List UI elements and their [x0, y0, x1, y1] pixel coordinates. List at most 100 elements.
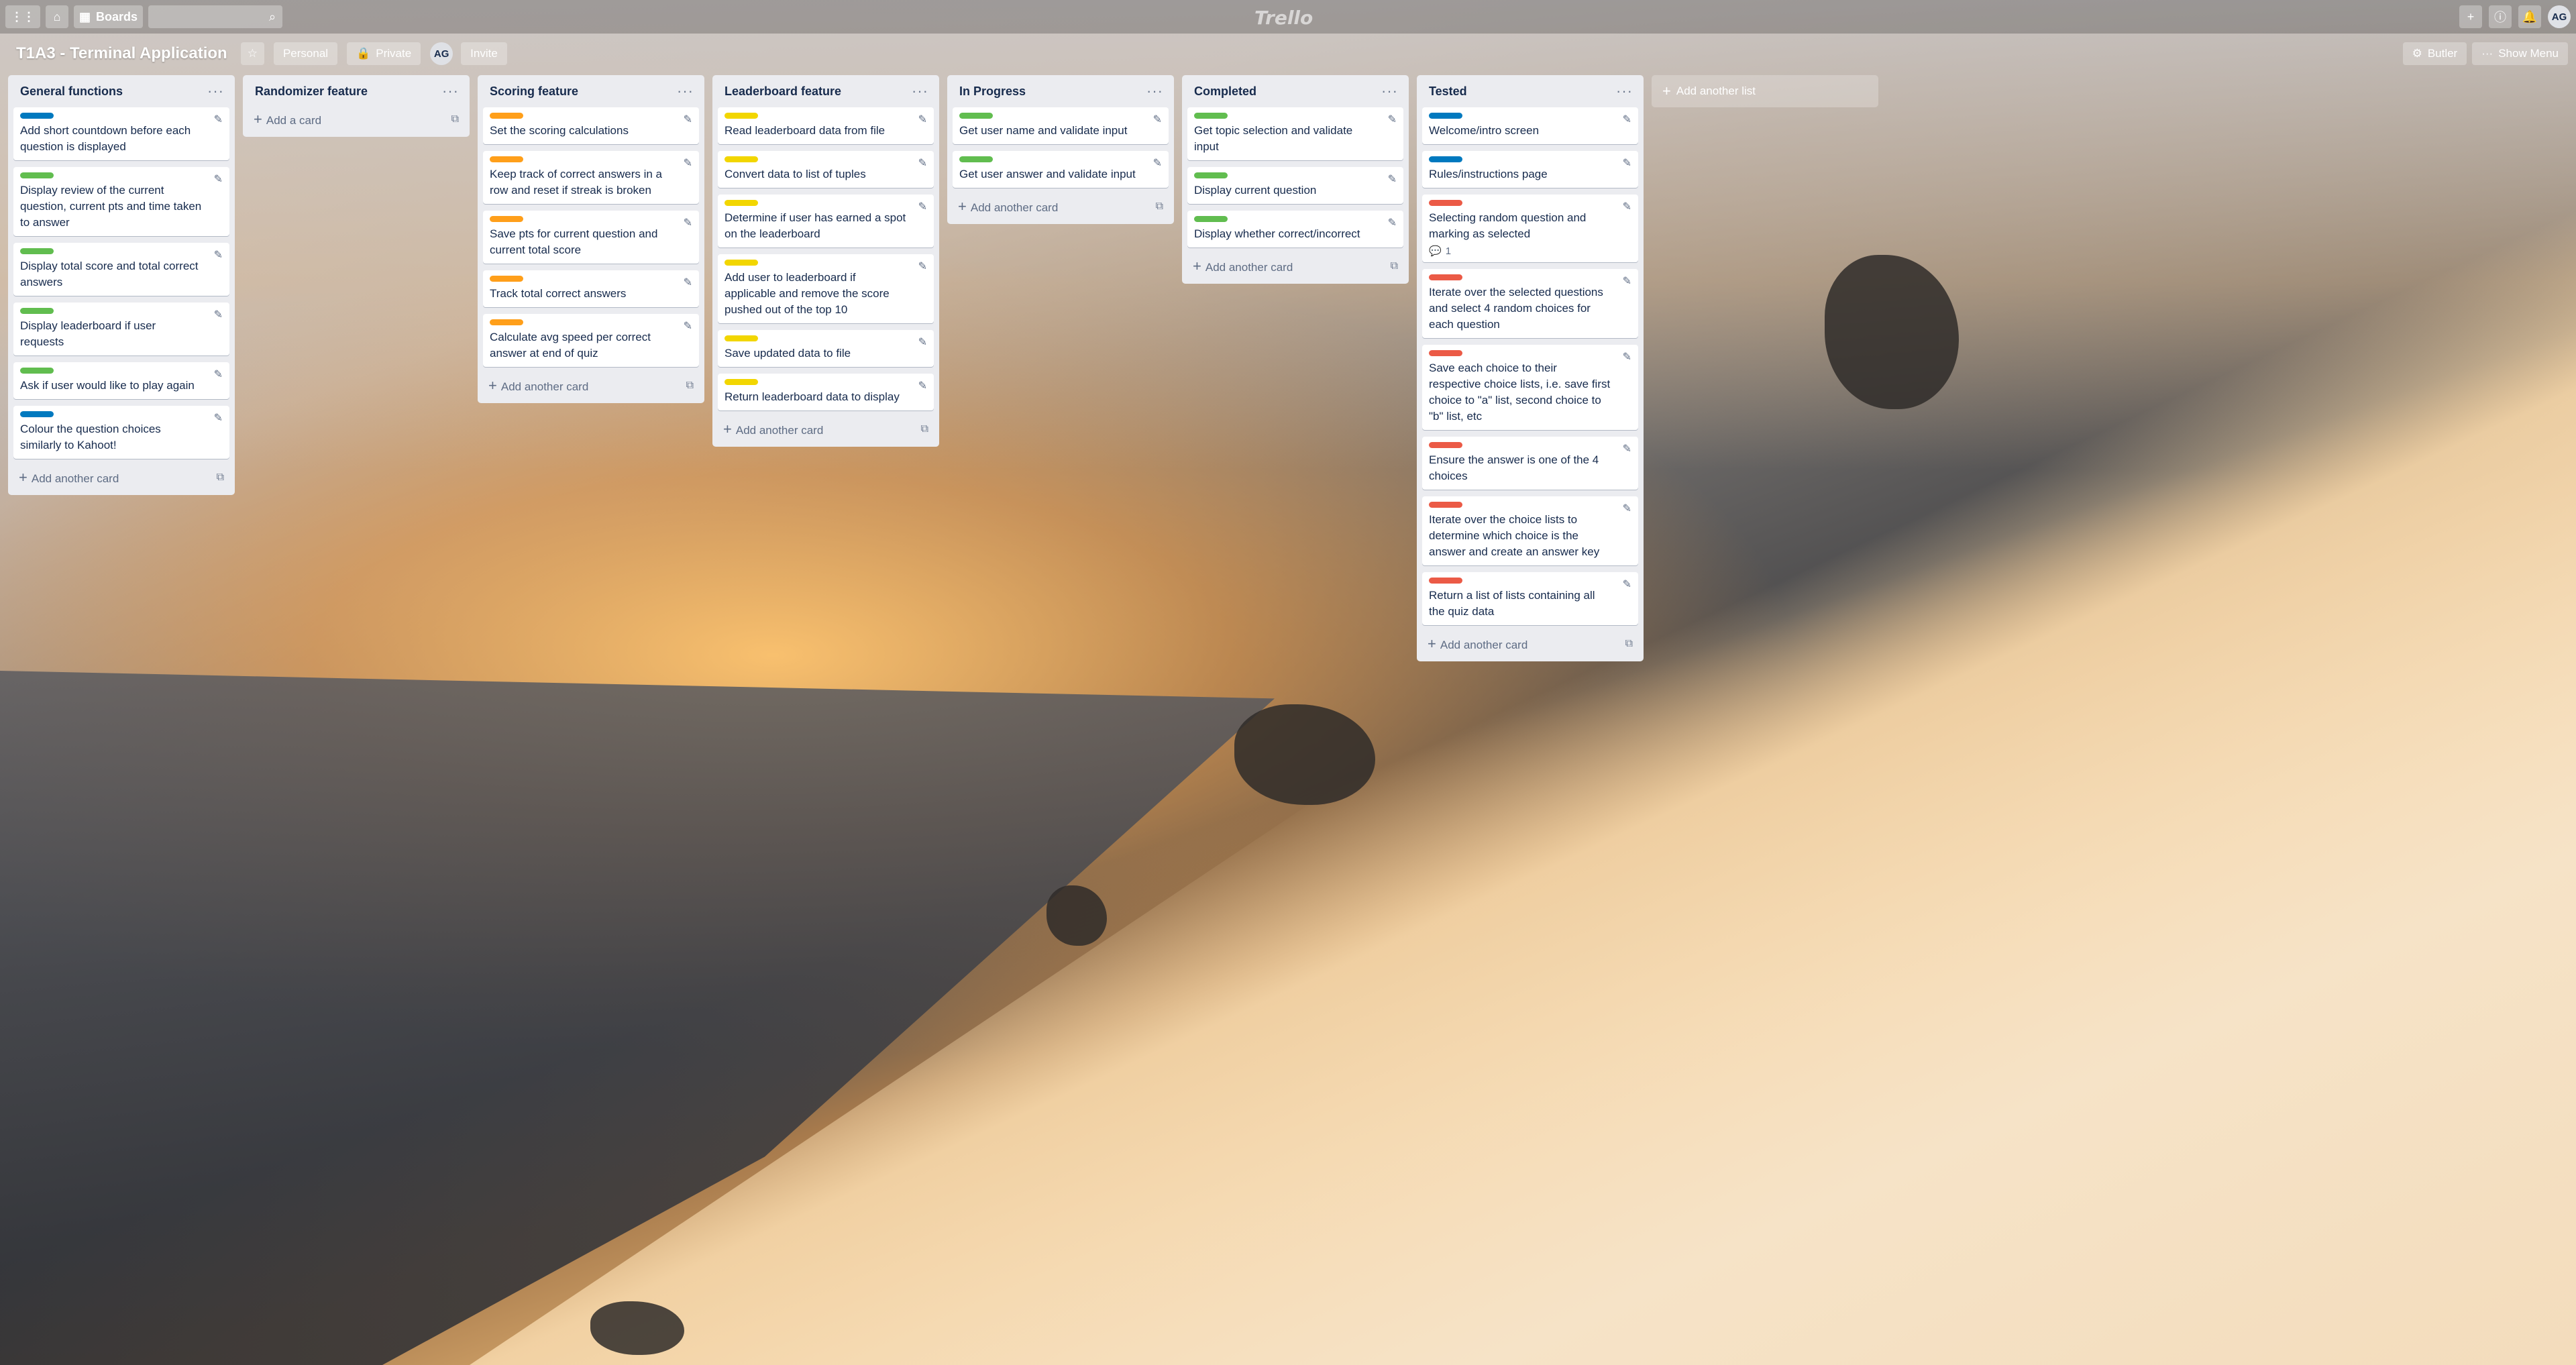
board-title[interactable]: T1A3 - Terminal Application	[16, 44, 227, 63]
card-label[interactable]	[724, 379, 758, 385]
card[interactable]: Convert data to list of tuples ✎	[718, 151, 934, 188]
card-template-icon[interactable]: ⧉	[1391, 260, 1398, 272]
card[interactable]: Colour the question choices similarly to…	[13, 406, 229, 459]
card[interactable]: Display whether correct/incorrect ✎	[1187, 211, 1403, 248]
card[interactable]: Save each choice to their respective cho…	[1422, 345, 1638, 430]
edit-pencil-icon[interactable]: ✎	[214, 411, 223, 425]
edit-pencil-icon[interactable]: ✎	[918, 260, 927, 273]
card-label[interactable]	[724, 200, 758, 206]
card-label[interactable]	[490, 113, 523, 119]
list-menu-icon[interactable]: ···	[442, 83, 459, 100]
card-label[interactable]	[20, 411, 54, 417]
card-label[interactable]	[1429, 442, 1462, 448]
list-menu-icon[interactable]: ···	[677, 83, 694, 100]
card-label[interactable]	[724, 260, 758, 266]
trello-logo[interactable]: Trello	[1254, 7, 1313, 29]
card-label[interactable]	[1429, 274, 1462, 280]
edit-pencil-icon[interactable]: ✎	[1623, 578, 1631, 591]
card[interactable]: Ask if user would like to play again ✎	[13, 362, 229, 399]
edit-pencil-icon[interactable]: ✎	[918, 200, 927, 213]
card-label[interactable]	[724, 113, 758, 119]
card-label[interactable]	[20, 368, 54, 374]
card[interactable]: Get user name and validate input ✎	[953, 107, 1169, 144]
edit-pencil-icon[interactable]: ✎	[1623, 502, 1631, 515]
edit-pencil-icon[interactable]: ✎	[1388, 172, 1397, 186]
card[interactable]: Iterate over the selected questions and …	[1422, 269, 1638, 338]
edit-pencil-icon[interactable]: ✎	[1388, 216, 1397, 229]
boards-button[interactable]: ▦ Boards	[74, 5, 144, 28]
list-title[interactable]: General functions	[20, 85, 123, 99]
card-label[interactable]	[1429, 578, 1462, 584]
card-template-icon[interactable]: ⧉	[451, 113, 459, 125]
notifications-bell-icon[interactable]: 🔔	[2518, 5, 2541, 28]
list-menu-icon[interactable]: ···	[1146, 83, 1163, 100]
card[interactable]: Add user to leaderboard if applicable an…	[718, 254, 934, 323]
list-title[interactable]: Leaderboard feature	[724, 85, 841, 99]
card[interactable]: Keep track of correct answers in a row a…	[483, 151, 699, 204]
list-menu-icon[interactable]: ···	[1616, 83, 1633, 100]
card-template-icon[interactable]: ⧉	[686, 380, 694, 392]
card[interactable]: Read leaderboard data from file ✎	[718, 107, 934, 144]
card-label[interactable]	[20, 248, 54, 254]
show-menu-button[interactable]: ··· Show Menu	[2472, 42, 2568, 65]
card-label[interactable]	[959, 156, 993, 162]
card[interactable]: Display total score and total correct an…	[13, 243, 229, 296]
create-plus-icon[interactable]: +	[2459, 5, 2482, 28]
list-title[interactable]: Scoring feature	[490, 85, 578, 99]
add-card-button[interactable]: + Add another card ⧉	[1422, 632, 1638, 656]
card-label[interactable]	[724, 335, 758, 341]
card[interactable]: Get user answer and validate input ✎	[953, 151, 1169, 188]
card-label[interactable]	[1429, 156, 1462, 162]
card-label[interactable]	[20, 308, 54, 314]
card[interactable]: Calculate avg speed per correct answer a…	[483, 314, 699, 367]
member-avatar[interactable]: AG	[430, 42, 453, 65]
card-label[interactable]	[724, 156, 758, 162]
edit-pencil-icon[interactable]: ✎	[214, 113, 223, 126]
search-input[interactable]: ⌕	[148, 5, 283, 28]
card-template-icon[interactable]: ⧉	[921, 423, 928, 435]
edit-pencil-icon[interactable]: ✎	[214, 368, 223, 381]
edit-pencil-icon[interactable]: ✎	[684, 113, 692, 126]
card[interactable]: Display review of the current question, …	[13, 167, 229, 236]
card[interactable]: Return leaderboard data to display ✎	[718, 374, 934, 411]
user-avatar[interactable]: AG	[2548, 5, 2571, 28]
edit-pencil-icon[interactable]: ✎	[918, 335, 927, 349]
add-card-button[interactable]: + Add a card ⧉	[248, 107, 464, 131]
edit-pencil-icon[interactable]: ✎	[214, 308, 223, 321]
edit-pencil-icon[interactable]: ✎	[214, 248, 223, 262]
edit-pencil-icon[interactable]: ✎	[1388, 113, 1397, 126]
card[interactable]: Track total correct answers ✎	[483, 270, 699, 307]
home-icon[interactable]: ⌂	[46, 5, 68, 28]
edit-pencil-icon[interactable]: ✎	[1623, 156, 1631, 170]
card-label[interactable]	[20, 172, 54, 178]
card-label[interactable]	[490, 216, 523, 222]
add-card-button[interactable]: + Add another card ⧉	[483, 374, 699, 398]
edit-pencil-icon[interactable]: ✎	[684, 156, 692, 170]
butler-button[interactable]: ⚙ Butler	[2402, 42, 2467, 65]
edit-pencil-icon[interactable]: ✎	[684, 276, 692, 289]
edit-pencil-icon[interactable]: ✎	[1623, 200, 1631, 213]
list-menu-icon[interactable]: ···	[1381, 83, 1398, 100]
edit-pencil-icon[interactable]: ✎	[684, 216, 692, 229]
edit-pencil-icon[interactable]: ✎	[684, 319, 692, 333]
card[interactable]: Return a list of lists containing all th…	[1422, 572, 1638, 625]
add-card-button[interactable]: + Add another card ⧉	[1187, 254, 1403, 278]
card-label[interactable]	[490, 276, 523, 282]
card[interactable]: Save pts for current question and curren…	[483, 211, 699, 264]
list-menu-icon[interactable]: ···	[207, 83, 224, 100]
visibility-button[interactable]: 🔒 Private	[347, 42, 421, 65]
edit-pencil-icon[interactable]: ✎	[1623, 274, 1631, 288]
edit-pencil-icon[interactable]: ✎	[214, 172, 223, 186]
edit-pencil-icon[interactable]: ✎	[1623, 113, 1631, 126]
info-icon[interactable]: ⓘ	[2489, 5, 2512, 28]
card-label[interactable]	[1429, 200, 1462, 206]
card-label[interactable]	[959, 113, 993, 119]
card[interactable]: Display leaderboard if user requests ✎	[13, 303, 229, 356]
card[interactable]: Save updated data to file ✎	[718, 330, 934, 367]
card[interactable]: Iterate over the choice lists to determi…	[1422, 496, 1638, 565]
card-label[interactable]	[1194, 113, 1228, 119]
card[interactable]: Determine if user has earned a spot on t…	[718, 195, 934, 248]
card-label[interactable]	[1429, 350, 1462, 356]
card[interactable]: Selecting random question and marking as…	[1422, 195, 1638, 262]
card-label[interactable]	[1429, 502, 1462, 508]
